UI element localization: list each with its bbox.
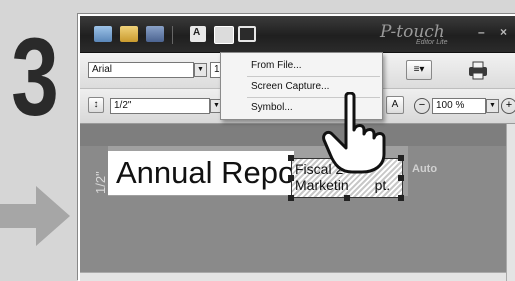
resize-handle[interactable]: [288, 175, 294, 181]
step-number: 3: [11, 16, 59, 139]
fiscal-line-2-text: Marketin: [295, 177, 349, 193]
menu-item-from-file[interactable]: From File...: [221, 56, 382, 75]
length-icon[interactable]: ↕: [88, 97, 104, 113]
canvas-margin: [80, 124, 506, 146]
vertical-text-glyph: A: [391, 99, 399, 110]
chevron-down-icon[interactable]: ▼: [486, 99, 499, 113]
resize-handle[interactable]: [344, 195, 350, 201]
zoom-select[interactable]: 100 %: [432, 98, 486, 114]
minimize-button[interactable]: –: [478, 25, 485, 39]
zoom-out-icon[interactable]: −: [414, 98, 430, 114]
step-arrow-icon: [0, 186, 70, 246]
resize-handle[interactable]: [288, 195, 294, 201]
close-button[interactable]: ×: [500, 25, 507, 39]
toolbar-separator: [172, 26, 173, 44]
printer-icon: [469, 61, 487, 80]
text-icon[interactable]: A: [190, 26, 206, 42]
resize-handle[interactable]: [288, 155, 294, 161]
align-button[interactable]: ≡▾: [406, 60, 432, 80]
length-select[interactable]: 1/2": [110, 98, 210, 114]
resize-handle[interactable]: [398, 155, 404, 161]
annual-report-text[interactable]: Annual Repor: [108, 151, 294, 195]
vertical-scrollbar[interactable]: [506, 124, 515, 281]
image-icon[interactable]: [214, 26, 234, 44]
zoom-in-icon[interactable]: +: [501, 98, 515, 114]
chevron-down-icon[interactable]: ▼: [194, 63, 207, 77]
auto-length-label: Auto: [412, 163, 438, 175]
fiscal-line-2: Marketin pt.: [295, 177, 402, 193]
new-label-icon[interactable]: [94, 26, 112, 42]
save-icon[interactable]: [146, 26, 164, 42]
resize-handle[interactable]: [398, 175, 404, 181]
tape-width-label: 1/2": [93, 171, 108, 194]
horizontal-scrollbar[interactable]: [80, 272, 506, 281]
text-icon-glyph: A: [193, 27, 201, 38]
fiscal-line-2-tail: pt.: [374, 177, 391, 193]
frame-icon[interactable]: [238, 26, 256, 42]
app-logo-subtitle: Editor Lite: [416, 39, 448, 46]
open-folder-icon[interactable]: [120, 26, 138, 42]
resize-handle[interactable]: [398, 195, 404, 201]
pointing-hand-icon: [322, 92, 386, 174]
font-name-select[interactable]: Arial: [88, 62, 194, 78]
title-bar: A P-touch Editor Lite – ×: [80, 16, 515, 53]
